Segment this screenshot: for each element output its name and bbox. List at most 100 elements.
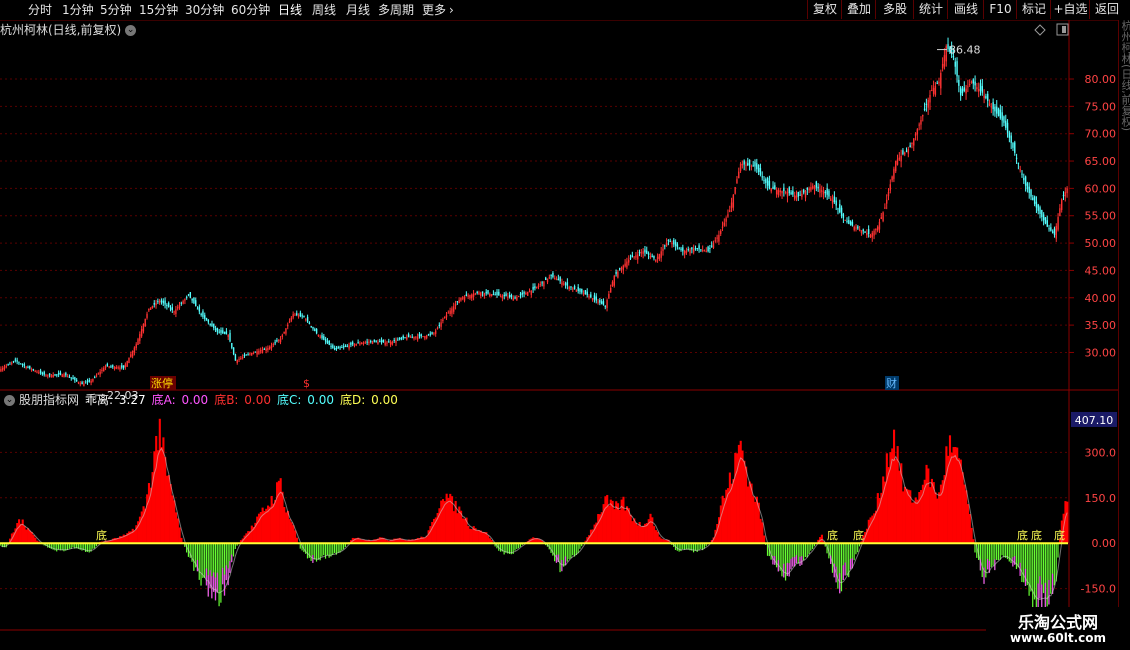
watermark-url: www.60lt.com [1009, 631, 1107, 645]
indicator-bar-accent [849, 558, 852, 570]
price-tick-label: 35.00 [1085, 319, 1117, 332]
indicator-bar-pos [642, 525, 645, 544]
candle-body [871, 232, 873, 238]
candle-body [570, 286, 572, 288]
indicator-bar-pos [622, 496, 625, 544]
indicator-bar-neg [1021, 543, 1023, 583]
indicator-bar-neg [803, 543, 805, 561]
candle-body [624, 263, 626, 267]
candle-body [761, 176, 763, 178]
indicator-bar-neg [1028, 543, 1030, 596]
candle-body [528, 291, 531, 293]
candle-body [694, 248, 697, 250]
candle-body [705, 250, 707, 252]
candle-body [393, 339, 395, 341]
indicator-bar-pos [1066, 501, 1069, 544]
candle-body [467, 295, 469, 297]
candle-body [265, 348, 267, 351]
candle-body [131, 350, 134, 357]
candle-body [913, 138, 915, 146]
indicator-bar-pos [893, 429, 896, 544]
candle-body [597, 301, 599, 303]
candle-body [220, 330, 222, 333]
candle-body [492, 294, 495, 296]
candle-body [858, 229, 861, 231]
candle-body [1001, 112, 1003, 121]
candle-body [559, 277, 561, 282]
candle-body [644, 249, 646, 253]
candle-body [386, 342, 388, 344]
price-tick-label: 75.00 [1085, 100, 1117, 113]
indicator-bar-pos [294, 530, 297, 544]
candle-body [579, 288, 581, 292]
indicator-bar-pos [469, 528, 472, 544]
candle-body [1026, 183, 1029, 190]
candle-body [943, 55, 946, 67]
indicator-bar-accent [788, 563, 790, 577]
indicator-bar-pos [761, 522, 764, 544]
candle-body [254, 351, 256, 353]
candle-body [218, 331, 220, 333]
candle-body [595, 296, 597, 301]
candle-body [483, 293, 486, 296]
indicator-bar-pos [250, 525, 253, 544]
indicator-bar-neg [200, 543, 202, 586]
candle-body [213, 323, 215, 328]
candle-body [9, 363, 11, 365]
indicator-bar-pos [876, 493, 879, 544]
candle-body [278, 340, 280, 342]
chevron-down-icon[interactable]: ⌄ [4, 395, 15, 406]
candle-body [626, 261, 628, 268]
candle-body [1012, 142, 1014, 148]
indicator-bar-pos [721, 495, 724, 544]
candle-body [287, 324, 289, 327]
indicator-bar-pos [905, 488, 908, 544]
candle-body [667, 239, 670, 241]
candle-body [454, 304, 457, 306]
candle-body [270, 345, 273, 349]
candle-body [954, 61, 956, 67]
candle-body [1050, 227, 1052, 231]
indicator-bar-pos [963, 484, 966, 544]
candle-body [911, 142, 913, 145]
candle-body [860, 230, 863, 233]
indicator-bar-pos [165, 475, 169, 544]
candle-body [101, 369, 103, 372]
indicator-bar-pos [934, 492, 937, 544]
candle-body [155, 303, 157, 306]
candle-body [135, 344, 137, 349]
candle-body [480, 292, 482, 296]
price-chart[interactable]: 30.00 35.00 40.00 45.00 50.00 55.00 60.00 65.00… [0, 0, 1130, 650]
candle-body [427, 334, 430, 336]
candle-body [193, 297, 195, 304]
candle-body [896, 159, 899, 165]
candle-body [12, 361, 15, 363]
candle-body [314, 329, 316, 331]
side-panel[interactable]: 杭州柯林(日线,前复权) [1118, 20, 1130, 630]
candle-body [404, 337, 406, 339]
indicator-bar-pos [429, 526, 432, 544]
candle-body [344, 345, 347, 347]
candle-body [0, 368, 2, 372]
candle-body [628, 259, 630, 263]
candle-body [223, 332, 226, 334]
indicator-bar-neg [193, 543, 195, 571]
indicator-bar-neg [981, 543, 983, 578]
bottom-signal-label: 底 [1054, 528, 1065, 542]
indicator-bar-pos [938, 492, 941, 544]
candle-body [57, 372, 60, 375]
candle-body [521, 292, 523, 295]
candle-body [620, 267, 623, 269]
candle-body [584, 290, 587, 295]
candle-body [68, 376, 71, 378]
candle-body [840, 207, 843, 216]
candle-body [972, 79, 974, 84]
candle-body [611, 281, 614, 287]
candle-body [7, 364, 9, 366]
candle-body [837, 208, 839, 210]
indicator-bar-pos [174, 512, 178, 544]
candle-body [429, 333, 431, 335]
candle-body [563, 283, 565, 285]
candle-body [478, 292, 480, 295]
candle-body [678, 248, 680, 250]
